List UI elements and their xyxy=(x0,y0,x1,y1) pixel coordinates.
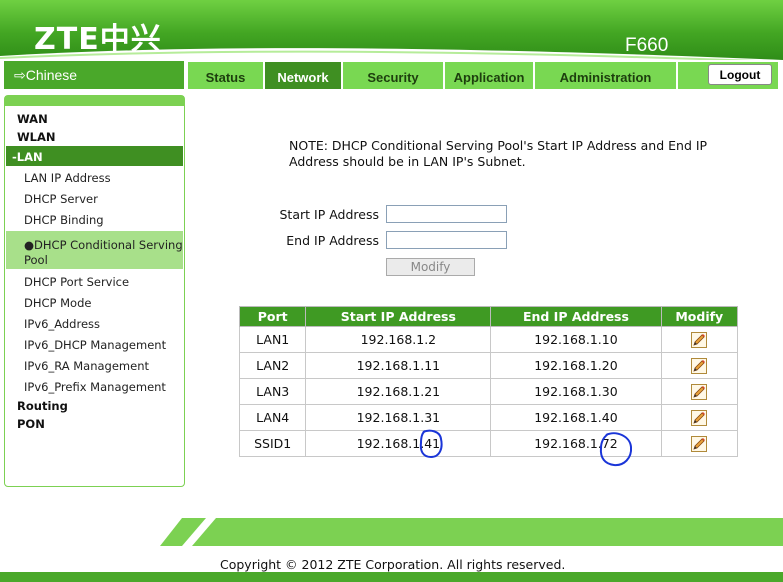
port-cell: LAN2 xyxy=(238,352,307,379)
copyright-text: Copyright © 2012 ZTE Corporation. All ri… xyxy=(220,557,566,572)
tab-administration[interactable]: Administration xyxy=(535,62,676,89)
end-ip-cell: 192.168.1.20 xyxy=(490,352,662,379)
start-ip-cell: 192.168.1.41 xyxy=(305,430,492,457)
port-cell: LAN1 xyxy=(238,326,307,353)
tab-application[interactable]: Application xyxy=(445,62,533,89)
end-ip-cell: 192.168.1.40 xyxy=(490,404,662,431)
sidebar-item-dhcp-mode[interactable]: DHCP Mode xyxy=(6,294,183,312)
sidebar-item-ipv6-prefix-management[interactable]: IPv6_Prefix Management xyxy=(6,378,183,396)
sidebar-item-pon[interactable]: PON xyxy=(6,416,183,432)
logout-area: Logout xyxy=(678,62,778,89)
header-banner: ZTE中兴 F660 xyxy=(0,0,783,66)
start-ip-cell: 192.168.1.2 xyxy=(305,326,492,353)
table-row: LAN3 192.168.1.21 192.168.1.30 xyxy=(238,378,739,405)
tab-network[interactable]: Network xyxy=(265,62,341,89)
sidebar-item-wan[interactable]: WAN xyxy=(6,111,183,128)
language-switch-link[interactable]: ⇨Chinese xyxy=(4,61,184,89)
table-header-row: Port Start IP Address End IP Address Mod… xyxy=(238,306,739,327)
sidebar-top-bar xyxy=(5,96,184,106)
annotation-circle-end xyxy=(599,432,633,467)
start-ip-cell: 192.168.1.31 xyxy=(305,404,492,431)
edit-icon[interactable] xyxy=(691,357,708,374)
tab-security[interactable]: Security xyxy=(343,62,443,89)
modify-cell xyxy=(660,326,739,353)
sidebar-item-dhcp-port-service[interactable]: DHCP Port Service xyxy=(6,273,183,291)
table-row: SSID1 192.168.1.41 192.168.1.72 xyxy=(238,430,739,457)
port-cell: LAN3 xyxy=(238,378,307,405)
column-header-start-ip: Start IP Address xyxy=(305,306,492,327)
modify-button[interactable]: Modify xyxy=(386,258,475,276)
table-row: LAN2 192.168.1.11 192.168.1.20 xyxy=(238,352,739,379)
sidebar-item-wlan[interactable]: WLAN xyxy=(6,129,183,146)
end-ip-cell: 192.168.1.30 xyxy=(490,378,662,405)
note-text: NOTE: DHCP Conditional Serving Pool's St… xyxy=(289,138,708,169)
start-ip-label: Start IP Address xyxy=(279,207,380,222)
device-model: F660 xyxy=(625,35,669,56)
zte-logo: ZTE中兴 xyxy=(34,22,162,57)
column-header-port: Port xyxy=(238,306,307,327)
modify-cell xyxy=(660,404,739,431)
table-row: LAN1 192.168.1.2 192.168.1.10 xyxy=(238,326,739,353)
end-ip-cell: 192.168.1.10 xyxy=(490,326,662,353)
tab-status[interactable]: Status xyxy=(188,62,263,89)
sidebar-menu: WAN WLAN -LAN LAN IP Address DHCP Server… xyxy=(4,95,185,487)
sidebar-item-dhcp-binding[interactable]: DHCP Binding xyxy=(6,211,183,229)
sidebar-item-ipv6-dhcp-management[interactable]: IPv6_DHCP Management xyxy=(6,336,183,354)
modify-cell xyxy=(660,352,739,379)
end-ip-input[interactable] xyxy=(386,231,507,249)
logout-button[interactable]: Logout xyxy=(708,64,772,85)
column-header-modify: Modify xyxy=(660,306,739,327)
column-header-end-ip: End IP Address xyxy=(490,306,662,327)
sidebar-item-lan[interactable]: -LAN xyxy=(6,146,183,166)
modify-cell xyxy=(660,378,739,405)
edit-icon[interactable] xyxy=(691,435,708,452)
start-ip-cell: 192.168.1.11 xyxy=(305,352,492,379)
footer-band xyxy=(160,518,783,546)
end-ip-label: End IP Address xyxy=(286,233,379,248)
sidebar-item-lan-ip-address[interactable]: LAN IP Address xyxy=(6,169,183,187)
edit-icon[interactable] xyxy=(691,409,708,426)
edit-icon[interactable] xyxy=(691,331,708,348)
start-ip-cell: 192.168.1.21 xyxy=(305,378,492,405)
footer-bar xyxy=(0,572,783,582)
sidebar-item-routing[interactable]: Routing xyxy=(6,398,183,414)
sidebar-item-dhcp-server[interactable]: DHCP Server xyxy=(6,190,183,208)
edit-icon[interactable] xyxy=(691,383,708,400)
port-cell: LAN4 xyxy=(238,404,307,431)
table-row: LAN4 192.168.1.31 192.168.1.40 xyxy=(238,404,739,431)
port-cell: SSID1 xyxy=(238,430,307,457)
sidebar-item-ipv6-address[interactable]: IPv6_Address xyxy=(6,315,183,333)
start-ip-input[interactable] xyxy=(386,205,507,223)
modify-cell xyxy=(660,430,739,457)
sidebar-item-ipv6-ra-management[interactable]: IPv6_RA Management xyxy=(6,357,183,375)
end-ip-cell: 192.168.1.72 xyxy=(490,430,662,457)
sidebar-item-dhcp-conditional-serving-pool[interactable]: ●DHCP Conditional Serving Pool xyxy=(6,231,183,269)
annotation-circle-start xyxy=(419,429,443,459)
serving-pool-table: Port Start IP Address End IP Address Mod… xyxy=(238,306,739,457)
